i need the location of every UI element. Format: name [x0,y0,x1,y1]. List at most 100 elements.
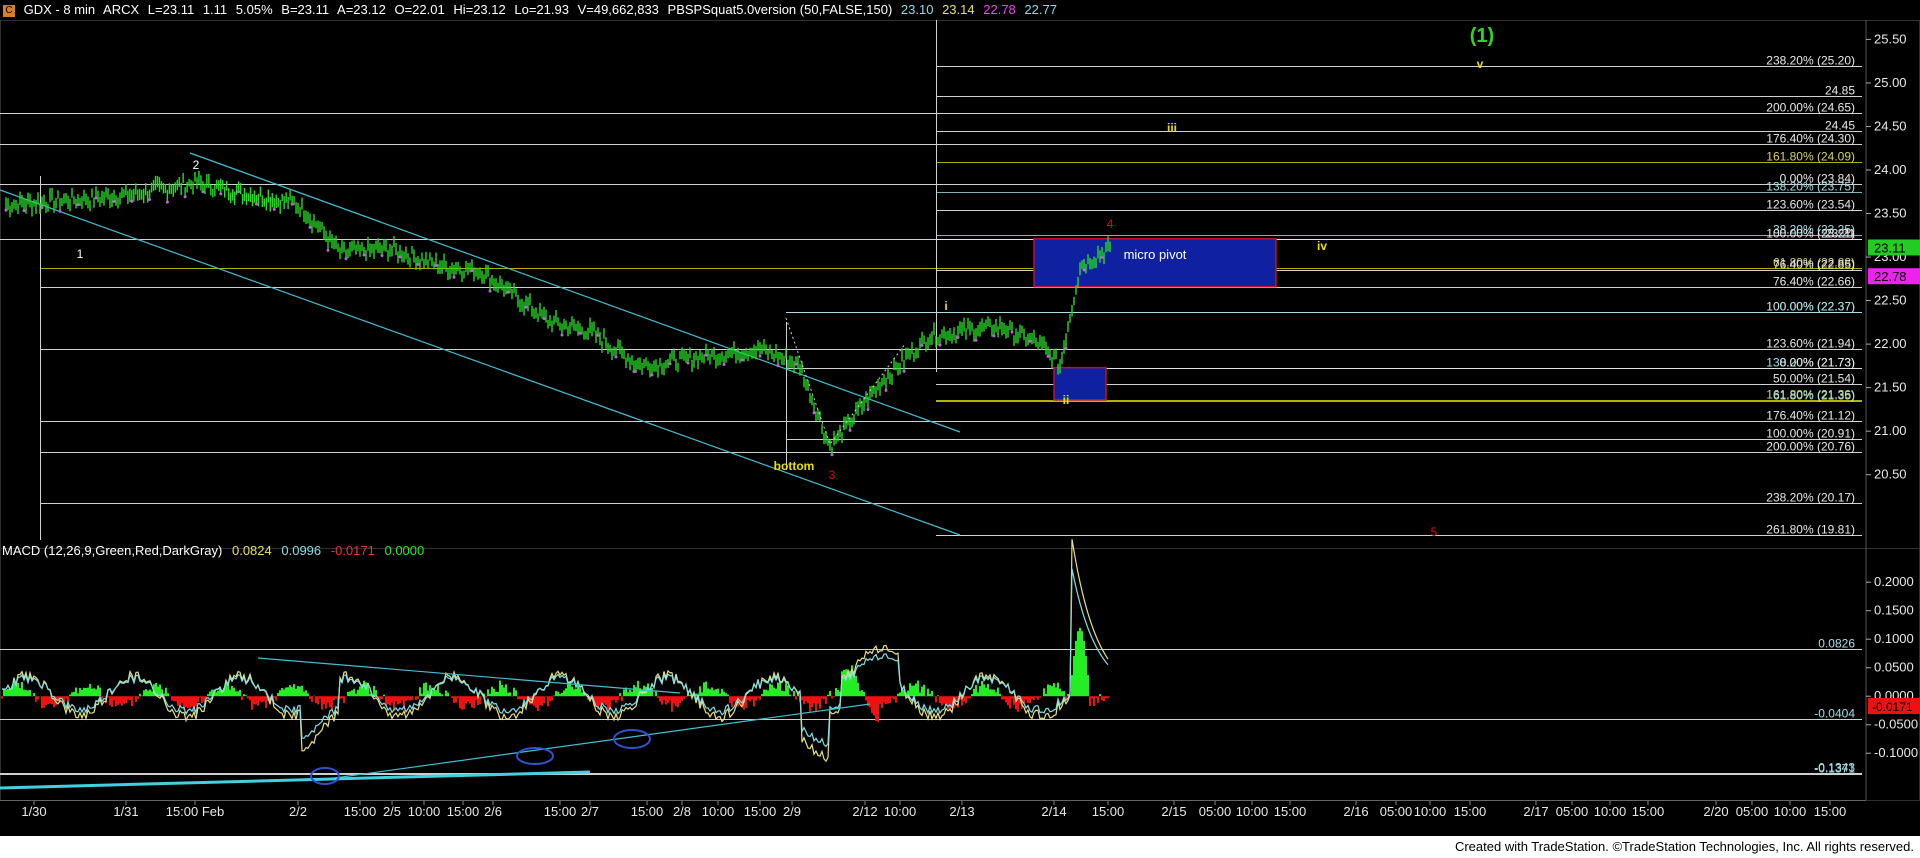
price-marker [40,206,44,210]
price-marker [668,362,672,366]
study-value-3: 22.78 [983,2,1016,17]
wave-label-9: 3 [829,468,836,482]
time-axis-label: 1/30 [21,804,46,819]
price-marker [866,407,870,411]
macd-axis-label: -0.1000 [1874,745,1918,760]
price-marker [1010,330,1014,334]
time-axis-label: 10:00 [884,804,917,819]
chart-type-icon[interactable]: C [3,4,15,17]
price-series-group [4,170,1111,457]
time-axis-label: 15:00 [744,804,777,819]
price-marker [740,358,744,362]
price-axis-label: 25.50 [1874,31,1907,46]
time-axis-label: 15:00 [1274,804,1307,819]
macd-value-2: 0.0996 [281,543,322,558]
price-marker [884,388,888,392]
time-axis-label: 2/17 [1523,804,1548,819]
time-axis-label: 2/15 [1161,804,1186,819]
price-axis-label: 24.50 [1874,118,1907,133]
fib-level-label: 50.00% (21.54) [1773,372,1855,386]
bid-price: B=23.11 [281,2,330,17]
price-marker [254,202,258,206]
fib-level-label: 176.40% (24.30) [1766,132,1855,146]
price-marker [308,225,312,229]
price-axis-label: 24.00 [1874,162,1907,177]
wave-label-10: 4 [1107,217,1114,231]
study-label: PBSPSquat5.0version (50,FALSE,150) [667,2,893,17]
wave-label-4: iv [1317,239,1327,253]
price-marker [22,209,26,213]
macd-fast-line [1,539,1109,763]
time-axis-label: 2/9 [783,804,801,819]
time-axis-label: 10:00 [702,804,735,819]
price-marker [76,203,80,207]
price-marker [902,369,906,373]
price-chart[interactable]: 238.20% (25.20) 24.85 200.00% (24.65) 24.45… [0,0,1920,836]
price-marker [416,262,420,266]
fib-level-label: 23.21 [1825,227,1855,241]
price-marker [1046,354,1050,358]
study-value-2: 23.14 [942,2,975,17]
wave-label-2: v [1477,57,1484,71]
price-marker [344,257,348,261]
time-axis-label: 2/12 [852,804,877,819]
macd-pane-border [0,548,1920,801]
ask-price: A=23.12 [337,2,386,17]
price-marker [130,199,134,203]
time-axis-label: 2/8 [673,804,691,819]
fib-level-label: 61.80% (21.35) [1773,389,1855,403]
price-marker [183,195,187,199]
macd-level-label: -0.1343 [1814,761,1855,775]
time-axis-label: 15:00 [344,804,377,819]
fib-level-label: 261.80% (19.81) [1766,523,1855,537]
wave-label-11: 5 [1431,525,1438,539]
fib-level-label: 24.45 [1825,119,1855,133]
price-marker [362,253,366,257]
wave-label-7: 1 [77,247,84,261]
price-axis-label: 20.50 [1874,467,1907,482]
price-marker [398,255,402,259]
time-axis-label: 05:00 [1199,804,1232,819]
time-axis-label: 05:00 [1380,804,1413,819]
fib-level-label: 123.60% (23.54) [1766,198,1855,212]
chart-header: C GDX - 8 min ARCX L=23.11 1.11 5.05% B=… [0,0,1870,20]
fib-level-label: 0.00% (21.73) [1780,356,1855,370]
time-axis-label: 2/7 [581,804,599,819]
time-axis-label: 15:00 Feb [166,804,225,819]
study-value-1: 23.10 [900,2,934,17]
price-marker [452,275,456,279]
time-axis-label: 10:00 [1774,804,1807,819]
price-marker [470,269,474,273]
fib-level-label: 100.00% (20.91) [1766,427,1855,441]
time-axis-label: 05:00 [1556,804,1589,819]
price-marker [920,343,924,347]
time-axis-label: 15:00 [1814,804,1847,819]
wave-label-5: i [944,299,947,313]
price-marker [4,208,8,212]
footer-credit: Created with TradeStation. ©TradeStation… [1454,839,1914,854]
price-marker [596,333,600,337]
time-axis-label: 05:00 [1736,804,1769,819]
macd-level-label: -0.0404 [1814,707,1855,721]
time-axis-label: 2/13 [949,804,974,819]
price-marker [290,202,294,206]
micro-pivot-box [1033,238,1277,288]
fib-level-label: 161.80% (24.09) [1766,150,1855,164]
time-axis-label: 2/14 [1041,804,1066,819]
price-marker [542,317,546,321]
price-marker [201,190,205,194]
price-marker [1064,346,1068,350]
price-marker [938,343,942,347]
price-marker [812,411,816,415]
time-axis-label: 10:00 [1236,804,1269,819]
price-marker [1028,339,1032,343]
study-price-tag-text: 22.78 [1874,269,1907,284]
price-marker [148,198,152,202]
wave-label-3: iii [1167,121,1177,135]
price-marker [632,369,636,373]
wave-label-13: micro pivot [1124,247,1187,262]
price-marker [578,331,582,335]
time-axis-label: 15:00 [544,804,577,819]
price-marker [650,373,654,377]
fib-level-label: 76.40% (22.66) [1773,275,1855,289]
